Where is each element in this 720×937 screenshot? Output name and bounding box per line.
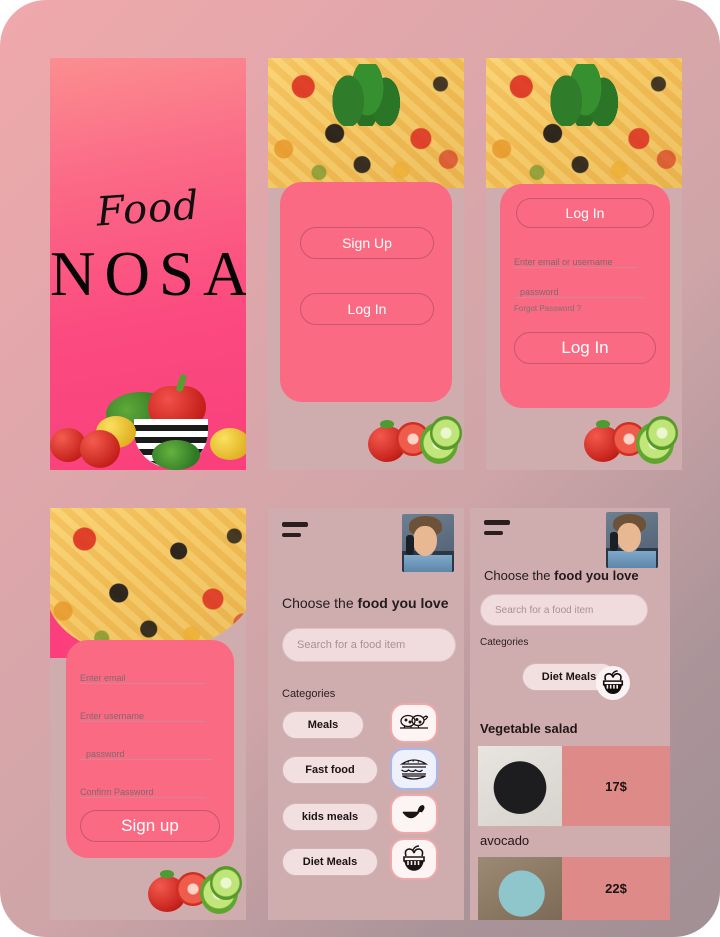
confirm-password-field[interactable]: Confirm Password	[80, 780, 206, 798]
apple-basket-icon[interactable]	[596, 666, 630, 700]
vegetables-illustration	[50, 350, 246, 470]
basil-leaf-icon	[329, 64, 403, 126]
screen-categories: Choose the food you love Search for a fo…	[268, 508, 464, 920]
screen-signup: Enter email Enter username password Conf…	[50, 508, 246, 920]
search-input[interactable]: Search for a food item	[480, 594, 648, 626]
password-placeholder: password	[86, 749, 125, 759]
pizza-hero-image	[486, 58, 682, 188]
food-item-name: avocado	[480, 833, 530, 848]
bowl-spoon-icon[interactable]	[392, 796, 436, 832]
email-field[interactable]: Enter email	[80, 666, 206, 684]
page-title-regular: Choose the	[282, 595, 358, 611]
pizza-hero-image	[268, 58, 464, 188]
food-price: 22$	[562, 857, 670, 920]
brand-script-word: Food	[94, 182, 202, 236]
vegetables-illustration	[584, 416, 678, 464]
pizza-hero-image	[50, 508, 246, 656]
categories-label: Categories	[480, 637, 529, 648]
cucumber-slice-icon	[646, 416, 678, 450]
email-placeholder: Enter email or username	[514, 257, 613, 267]
password-field[interactable]: password	[514, 280, 644, 298]
food-item-name: Vegetable salad	[480, 721, 578, 736]
roast-chicken-icon[interactable]	[392, 705, 436, 741]
screen-splash: Food NOSA	[50, 58, 246, 470]
category-chip-kids-meals[interactable]: kids meals	[282, 803, 378, 831]
cucumber-slice-icon	[210, 866, 242, 900]
brand-name: NOSA	[50, 239, 246, 309]
user-avatar[interactable]	[606, 512, 658, 568]
hamburger-menu-icon[interactable]	[282, 522, 308, 537]
signup-button[interactable]: Sign Up	[300, 227, 434, 259]
email-field[interactable]: Enter email or username	[514, 250, 638, 268]
page-title: Choose the food you love	[484, 568, 639, 583]
welcome-card: Sign Up Log In	[280, 182, 452, 402]
category-chip-meals[interactable]: Meals	[282, 711, 364, 739]
parsley-icon	[152, 440, 200, 470]
login-button[interactable]: Log In	[300, 293, 434, 325]
screen-login: Log In Enter email or username password …	[486, 58, 682, 470]
password-placeholder: password	[520, 287, 559, 297]
vegetables-illustration	[148, 866, 242, 914]
page-title-bold: food you love	[554, 568, 639, 583]
food-list-item[interactable]: 22$	[478, 857, 670, 920]
hamburger-menu-icon[interactable]	[484, 520, 510, 535]
login-submit-button[interactable]: Log In	[514, 332, 656, 364]
signup-card: Enter email Enter username password Conf…	[66, 640, 234, 858]
page-title: Choose the food you love	[282, 595, 449, 611]
forgot-password-link[interactable]: Forgot Password ?	[514, 304, 581, 313]
user-avatar[interactable]	[402, 514, 454, 572]
lemon-icon	[210, 428, 246, 460]
mockup-board: Food NOSA Sign Up Log In Log In Enter em…	[0, 0, 720, 937]
login-card: Log In Enter email or username password …	[500, 184, 670, 408]
username-placeholder: Enter username	[80, 711, 145, 721]
basil-leaf-icon	[547, 64, 621, 126]
page-title-regular: Choose the	[484, 568, 555, 583]
tomato-icon	[80, 430, 120, 468]
page-title-bold: food you love	[357, 595, 449, 611]
confirm-password-placeholder: Confirm Password	[80, 787, 154, 797]
apple-basket-icon[interactable]	[392, 840, 436, 878]
food-thumbnail	[478, 746, 562, 826]
splash-background: Food NOSA	[50, 58, 246, 470]
food-list-item[interactable]: 17$	[478, 746, 670, 826]
food-thumbnail	[478, 857, 562, 920]
vegetables-illustration	[368, 416, 462, 464]
signup-submit-button[interactable]: Sign up	[80, 810, 220, 842]
search-input[interactable]: Search for a food item	[282, 628, 456, 662]
email-placeholder: Enter email	[80, 673, 126, 683]
username-field[interactable]: Enter username	[80, 704, 206, 722]
screen-results: Choose the food you love Search for a fo…	[470, 508, 670, 920]
cucumber-slice-icon	[430, 416, 462, 450]
categories-label: Categories	[282, 688, 336, 700]
search-placeholder: Search for a food item	[297, 639, 406, 651]
password-field[interactable]: password	[80, 742, 212, 760]
category-chip-fast-food[interactable]: Fast food	[282, 756, 378, 784]
login-tab-button[interactable]: Log In	[516, 198, 654, 228]
burger-icon[interactable]	[392, 750, 436, 788]
food-price: 17$	[562, 746, 670, 826]
category-chip-diet-meals[interactable]: Diet Meals	[282, 848, 378, 876]
screen-welcome: Sign Up Log In	[268, 58, 464, 470]
search-placeholder: Search for a food item	[495, 604, 594, 616]
